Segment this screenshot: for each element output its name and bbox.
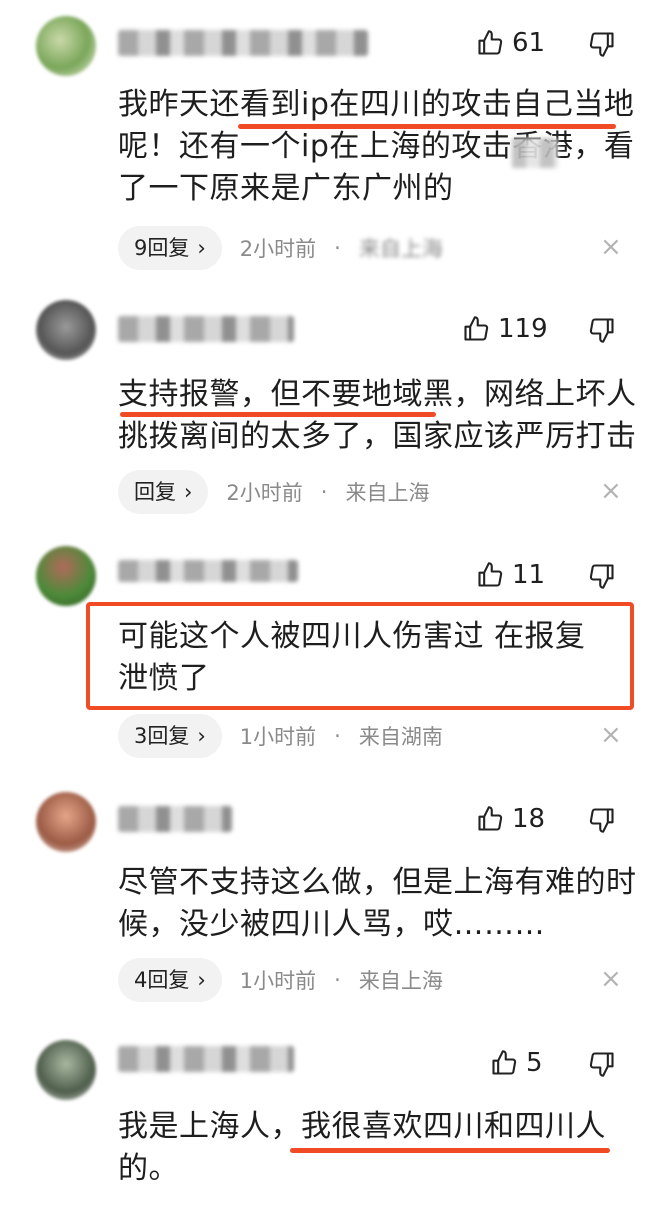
thumbs-down-icon [588,1050,616,1078]
like-count: 5 [526,1048,543,1078]
like-count: 61 [512,28,546,58]
like-button[interactable]: 18 [476,804,545,834]
like-count: 18 [512,804,546,834]
dislike-button[interactable] [588,806,616,834]
thumbs-up-icon [476,805,504,833]
dislike-button[interactable] [588,316,616,344]
reply-button[interactable]: 4回复 › [118,958,222,1002]
username-blurred[interactable] [118,30,368,56]
comment-meta: 回复 › 2小时前 · 来自上海 [118,470,429,514]
username-blurred[interactable] [118,316,294,342]
meta-separator: · [334,236,341,260]
underline-mark [120,412,436,417]
comment-text: 尽管不支持这么做，但是上海有难的时候，没少被四川人骂，哎……… [118,865,637,942]
username-blurred[interactable] [118,560,298,582]
avatar[interactable] [36,16,96,76]
comment-meta: 9回复 › 2小时前 · 来自上海 [118,226,443,270]
like-button[interactable]: 11 [476,560,545,590]
thumbs-down-icon [588,562,616,590]
reply-label: 回复 [134,480,176,504]
avatar[interactable] [36,546,96,606]
comment-time: 1小时前 [239,725,317,749]
thumbs-up-icon [476,561,504,589]
comment-location: 来自湖南 [358,725,443,749]
chevron-right-icon: › [197,724,206,748]
meta-separator: · [334,724,341,748]
chevron-right-icon: › [197,968,206,992]
close-icon[interactable]: × [600,722,622,748]
comment-time: 2小时前 [226,481,303,505]
comment-meta: 3回复 › 1小时前 · 来自湖南 [118,714,443,758]
close-icon[interactable]: × [600,478,622,504]
underline-mark [290,1148,610,1153]
comment-text: 我昨天还看到ip在四川的攻击自己当地呢！还有一个ip在上海的攻击香港，看了一下原… [118,87,635,206]
reply-label: 9回复 [134,236,190,260]
comment-time: 2小时前 [239,237,317,261]
avatar[interactable] [36,792,96,852]
comment-text: 可能这个人被四川人伤害过 在报复泄愤了 [118,619,586,696]
close-icon[interactable]: × [600,234,622,260]
comment-location: 来自上海 [345,481,430,505]
avatar[interactable] [36,300,96,360]
dislike-button[interactable] [588,30,616,58]
like-button[interactable]: 5 [490,1048,543,1078]
username-blurred[interactable] [118,806,232,832]
like-count: 11 [512,560,546,590]
reply-button[interactable]: 9回复 › [118,226,222,270]
chevron-right-icon: › [197,236,206,260]
like-count: 119 [498,314,548,344]
thumbs-down-icon [588,806,616,834]
username-blurred[interactable] [118,1046,294,1072]
dislike-button[interactable] [588,562,616,590]
comment-time: 1小时前 [239,969,317,993]
comment-location: 来自上海 [358,237,443,261]
thumbs-down-icon [588,316,616,344]
meta-separator: · [320,480,328,504]
text-mosaic [512,138,558,168]
chevron-right-icon: › [184,480,193,504]
dislike-button[interactable] [588,1050,616,1078]
thumbs-up-icon [462,315,490,343]
meta-separator: · [334,968,341,992]
like-button[interactable]: 61 [476,28,545,58]
avatar[interactable] [36,1040,96,1100]
thumbs-down-icon [588,30,616,58]
reply-button[interactable]: 3回复 › [118,714,222,758]
reply-label: 3回复 [134,724,190,748]
thumbs-up-icon [476,29,504,57]
close-icon[interactable]: × [600,966,622,992]
comment-location: 来自上海 [358,969,443,993]
like-button[interactable]: 119 [462,314,548,344]
reply-label: 4回复 [134,968,190,992]
underline-mark [238,124,616,129]
comment-meta: 4回复 › 1小时前 · 来自上海 [118,958,443,1002]
reply-button[interactable]: 回复 › [118,470,209,514]
thumbs-up-icon [490,1049,518,1077]
